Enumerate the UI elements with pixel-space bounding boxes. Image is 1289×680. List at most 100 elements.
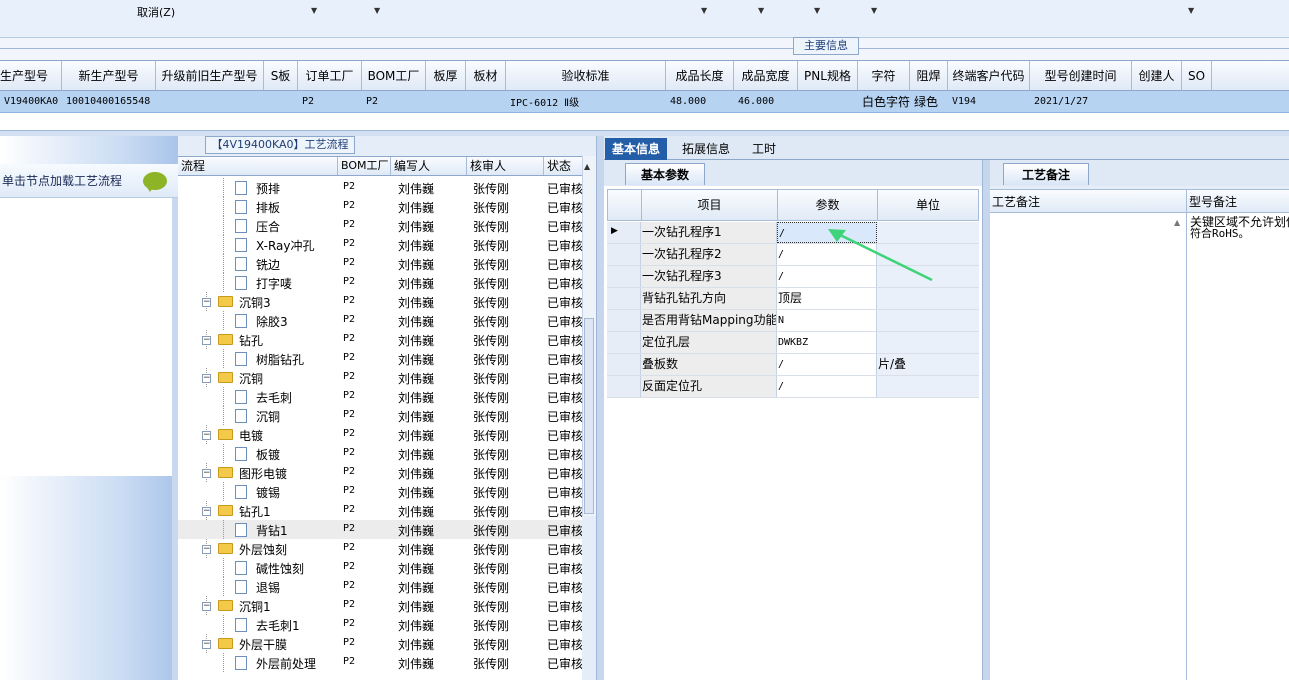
col-header[interactable]: 板材 [466, 61, 506, 90]
row-indicator[interactable] [607, 288, 641, 309]
grid-cell[interactable]: 48.000 [666, 91, 734, 112]
tree-row[interactable]: 树脂钻孔 P2 刘伟巍 张传刚 已审核 [178, 349, 582, 368]
col-header[interactable]: 创建人 [1132, 61, 1182, 90]
col-header-bom[interactable]: BOM工厂 [338, 157, 391, 175]
col-header[interactable]: 板厚 [426, 61, 466, 90]
scrollbar-thumb[interactable] [584, 318, 594, 514]
tree-row[interactable]: − 图形电镀 P2 刘伟巍 张传刚 已审核 [178, 463, 582, 482]
dropdown-arrow-icon[interactable]: ▼ [758, 6, 764, 15]
param-unit[interactable] [877, 376, 979, 397]
collapse-icon[interactable]: − [202, 298, 211, 307]
tree-row[interactable]: 预排 P2 刘伟巍 张传刚 已审核 [178, 178, 582, 197]
grid-cell[interactable]: 10010400165548 [62, 91, 156, 112]
collapse-icon[interactable]: − [202, 640, 211, 649]
col-header[interactable]: 字符 [858, 61, 910, 90]
param-row[interactable]: 背钻孔钻孔方向 顶层 [607, 288, 979, 310]
tree-row[interactable]: − 钻孔 P2 刘伟巍 张传刚 已审核 [178, 330, 582, 349]
tab-process-notes[interactable]: 工艺备注 [1003, 163, 1089, 185]
grid-cell[interactable]: 2021/1/27 [1030, 91, 1132, 112]
param-value[interactable]: / [777, 354, 877, 375]
grid-cell[interactable] [1182, 91, 1212, 112]
grid-cell[interactable] [798, 91, 858, 112]
node-list-area[interactable] [0, 198, 172, 476]
col-header[interactable]: 阻焊 [910, 61, 948, 90]
tree-row[interactable]: 压合 P2 刘伟巍 张传刚 已审核 [178, 216, 582, 235]
tab-extended-info[interactable]: 拓展信息 [675, 138, 737, 160]
vertical-splitter-2[interactable] [982, 160, 990, 680]
col-header[interactable]: 型号创建时间 [1030, 61, 1132, 90]
param-unit[interactable] [877, 310, 979, 331]
tree-row[interactable]: − 外层蚀刻 P2 刘伟巍 张传刚 已审核 [178, 539, 582, 558]
col-header-status[interactable]: 状态 [544, 157, 582, 175]
col-header-param[interactable]: 参数 [778, 190, 878, 220]
tree-row[interactable]: 去毛刺 P2 刘伟巍 张传刚 已审核 [178, 387, 582, 406]
tree-row[interactable]: − 沉铜1 P2 刘伟巍 张传刚 已审核 [178, 596, 582, 615]
col-header[interactable]: 新生产型号 [62, 61, 156, 90]
tree-row[interactable]: − 外层干膜 P2 刘伟巍 张传刚 已审核 [178, 634, 582, 653]
group-header-main-info[interactable]: 主要信息 [793, 37, 859, 55]
param-value[interactable]: / [777, 376, 877, 397]
dropdown-arrow-icon[interactable]: ▼ [701, 6, 707, 15]
tree-row[interactable]: 板镀 P2 刘伟巍 张传刚 已审核 [178, 444, 582, 463]
grid-cell[interactable] [426, 91, 466, 112]
row-indicator[interactable]: ▶ [607, 222, 641, 243]
tree-row[interactable]: − 钻孔1 P2 刘伟巍 张传刚 已审核 [178, 501, 582, 520]
col-header[interactable]: BOM工厂 [362, 61, 426, 90]
col-header[interactable]: 成品宽度 [734, 61, 798, 90]
grid-cell[interactable] [466, 91, 506, 112]
tree-row[interactable]: 碱性蚀刻 P2 刘伟巍 张传刚 已审核 [178, 558, 582, 577]
row-indicator[interactable] [607, 244, 641, 265]
param-unit[interactable] [877, 332, 979, 353]
grid-cell[interactable]: P2 [362, 91, 426, 112]
collapse-icon[interactable]: − [202, 336, 211, 345]
tree-row[interactable]: 排板 P2 刘伟巍 张传刚 已审核 [178, 197, 582, 216]
col-header[interactable]: S板 [264, 61, 298, 90]
tree-row[interactable]: 退锡 P2 刘伟巍 张传刚 已审核 [178, 577, 582, 596]
tab-basic-info[interactable]: 基本信息 [605, 138, 668, 160]
collapse-icon[interactable]: − [202, 507, 211, 516]
param-unit[interactable] [877, 288, 979, 309]
grid-cell[interactable]: 绿色 [910, 91, 948, 112]
tree-row[interactable]: 打字唛 P2 刘伟巍 张传刚 已审核 [178, 273, 582, 292]
col-header[interactable]: 生产型号 [0, 61, 62, 90]
param-value[interactable]: DWKBZ [777, 332, 877, 353]
tree-row[interactable]: − 电镀 P2 刘伟巍 张传刚 已审核 [178, 425, 582, 444]
param-row[interactable]: 定位孔层 DWKBZ [607, 332, 979, 354]
collapse-icon[interactable]: − [202, 431, 211, 440]
param-unit[interactable]: 片/叠 [877, 354, 979, 375]
tree-row[interactable]: 镀锡 P2 刘伟巍 张传刚 已审核 [178, 482, 582, 501]
tab-basic-params[interactable]: 基本参数 [625, 163, 705, 185]
col-header-unit[interactable]: 单位 [878, 190, 978, 220]
dropdown-arrow-icon[interactable]: ▼ [1188, 6, 1194, 15]
main-grid-row-selected[interactable]: V19400KA0 10010400165548 P2 P2 IPC-6012 Ⅱ级 48… [0, 91, 1289, 113]
row-indicator[interactable] [607, 310, 641, 331]
grid-cell[interactable]: IPC-6012 Ⅱ级 [506, 91, 666, 112]
notes-scroll-up-icon[interactable]: ▲ [1174, 218, 1180, 227]
tree-row[interactable]: 铣边 P2 刘伟巍 张传刚 已审核 [178, 254, 582, 273]
col-header-reviewer[interactable]: 核审人 [467, 157, 544, 175]
grid-cell[interactable] [1132, 91, 1182, 112]
tab-work-hours[interactable]: 工时 [745, 138, 783, 160]
col-header[interactable]: 成品长度 [666, 61, 734, 90]
param-value[interactable]: N [777, 310, 877, 331]
col-header[interactable]: SO [1182, 61, 1212, 90]
row-indicator[interactable] [607, 266, 641, 287]
col-header[interactable]: 订单工厂 [298, 61, 362, 90]
collapse-icon[interactable]: − [202, 374, 211, 383]
tree-row[interactable]: X-Ray冲孔 P2 刘伟巍 张传刚 已审核 [178, 235, 582, 254]
grid-cell[interactable]: 46.000 [734, 91, 798, 112]
param-row[interactable]: 是否用背钻Mapping功能 N [607, 310, 979, 332]
tree-row[interactable]: 背钻1 P2 刘伟巍 张传刚 已审核 [178, 520, 582, 539]
grid-cell[interactable] [264, 91, 298, 112]
grid-cell[interactable] [156, 91, 264, 112]
col-header-writer[interactable]: 编写人 [391, 157, 467, 175]
col-header[interactable]: 终端客户代码 [948, 61, 1030, 90]
col-header-flow[interactable]: 流程 [178, 157, 338, 175]
col-header[interactable]: 升级前旧生产型号 [156, 61, 264, 90]
collapse-icon[interactable]: − [202, 469, 211, 478]
collapse-icon[interactable]: − [202, 545, 211, 554]
col-header[interactable]: 验收标准 [506, 61, 666, 90]
tree-row[interactable]: 沉铜 P2 刘伟巍 张传刚 已审核 [178, 406, 582, 425]
tree-row[interactable]: − 沉铜 P2 刘伟巍 张传刚 已审核 [178, 368, 582, 387]
param-row[interactable]: 反面定位孔 / [607, 376, 979, 398]
